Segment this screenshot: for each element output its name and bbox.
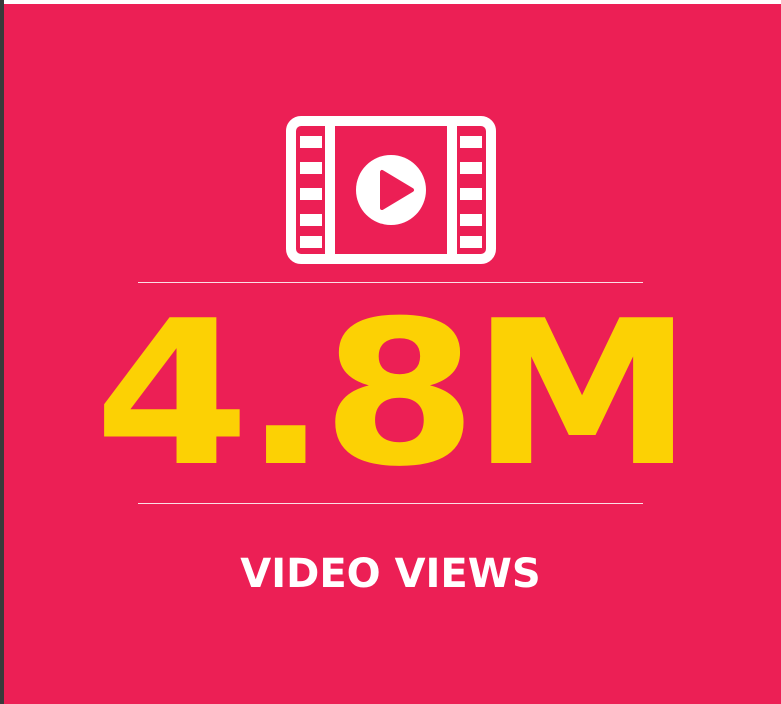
stat-label: VIDEO VIEWS [240,551,541,597]
film-play-icon [286,116,496,264]
divider-bottom [138,503,643,504]
stat-value: 4.8M [94,278,694,511]
